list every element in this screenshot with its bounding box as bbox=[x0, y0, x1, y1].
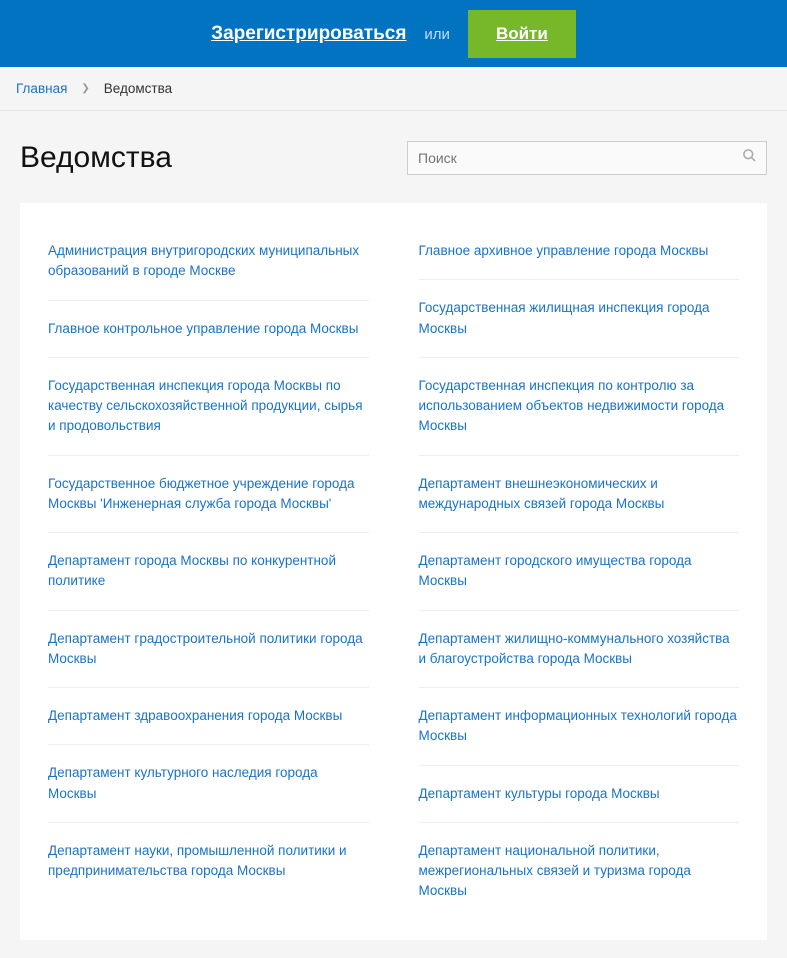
list-item: Департамент градостроительной политики г… bbox=[48, 611, 369, 689]
department-link[interactable]: Департамент культурного наследия города … bbox=[48, 765, 318, 800]
breadcrumb-home[interactable]: Главная bbox=[16, 81, 67, 96]
or-text: или bbox=[424, 26, 450, 43]
list-item: Департамент информационных технологий го… bbox=[419, 688, 740, 766]
header: Зарегистрироваться или Войти bbox=[0, 0, 787, 67]
department-link[interactable]: Департамент национальной политики, межре… bbox=[419, 843, 691, 899]
list-item: Департамент культурного наследия города … bbox=[48, 745, 369, 823]
department-link[interactable]: Департамент науки, промышленной политики… bbox=[48, 843, 347, 878]
department-link[interactable]: Государственное бюджетное учреждение гор… bbox=[48, 476, 355, 511]
departments-columns: Администрация внутригородских муниципаль… bbox=[48, 223, 739, 920]
list-item: Государственная жилищная инспекция город… bbox=[419, 280, 740, 358]
register-link[interactable]: Зарегистрироваться bbox=[211, 23, 406, 45]
breadcrumb: Главная ❯ Ведомства bbox=[0, 67, 787, 111]
department-link[interactable]: Администрация внутригородских муниципаль… bbox=[48, 243, 359, 278]
list-item: Государственное бюджетное учреждение гор… bbox=[48, 456, 369, 534]
search-box bbox=[407, 141, 767, 175]
department-link[interactable]: Государственная инспекция города Москвы … bbox=[48, 378, 363, 434]
list-item: Государственная инспекция города Москвы … bbox=[48, 358, 369, 456]
department-link[interactable]: Департамент информационных технологий го… bbox=[419, 708, 737, 743]
list-item: Департамент внешнеэкономических и междун… bbox=[419, 456, 740, 534]
title-row: Ведомства bbox=[0, 111, 787, 185]
department-link[interactable]: Департамент внешнеэкономических и междун… bbox=[419, 476, 665, 511]
departments-left-column: Администрация внутригородских муниципаль… bbox=[48, 223, 369, 920]
departments-right-column: Главное архивное управление города Москв… bbox=[419, 223, 740, 920]
list-item: Департамент культуры города Москвы bbox=[419, 766, 740, 823]
department-link[interactable]: Департамент здравоохранения города Москв… bbox=[48, 708, 342, 723]
list-item: Департамент науки, промышленной политики… bbox=[48, 823, 369, 900]
header-inner: Зарегистрироваться или Войти bbox=[211, 10, 576, 58]
list-item: Департамент жилищно-коммунального хозяйс… bbox=[419, 611, 740, 689]
list-item: Департамент города Москвы по конкурентно… bbox=[48, 533, 369, 611]
department-link[interactable]: Государственная жилищная инспекция город… bbox=[419, 300, 710, 335]
departments-card: Администрация внутригородских муниципаль… bbox=[20, 203, 767, 940]
breadcrumb-current: Ведомства bbox=[104, 81, 172, 96]
list-item: Главное контрольное управление города Мо… bbox=[48, 301, 369, 358]
department-link[interactable]: Главное контрольное управление города Мо… bbox=[48, 321, 358, 336]
list-item: Департамент городского имущества города … bbox=[419, 533, 740, 611]
department-link[interactable]: Департамент жилищно-коммунального хозяйс… bbox=[419, 631, 730, 666]
page-title: Ведомства bbox=[20, 141, 172, 175]
list-item: Государственная инспекция по контролю за… bbox=[419, 358, 740, 456]
list-item: Департамент национальной политики, межре… bbox=[419, 823, 740, 920]
department-link[interactable]: Департамент культуры города Москвы bbox=[419, 786, 660, 801]
login-button[interactable]: Войти bbox=[468, 10, 576, 58]
department-link[interactable]: Государственная инспекция по контролю за… bbox=[419, 378, 725, 434]
department-link[interactable]: Департамент городского имущества города … bbox=[419, 553, 692, 588]
department-link[interactable]: Департамент градостроительной политики г… bbox=[48, 631, 363, 666]
list-item: Департамент здравоохранения города Москв… bbox=[48, 688, 369, 745]
search-input[interactable] bbox=[407, 141, 767, 175]
department-link[interactable]: Главное архивное управление города Москв… bbox=[419, 243, 709, 258]
department-link[interactable]: Департамент города Москвы по конкурентно… bbox=[48, 553, 336, 588]
list-item: Администрация внутригородских муниципаль… bbox=[48, 223, 369, 301]
chevron-right-icon: ❯ bbox=[81, 83, 89, 94]
list-item: Главное архивное управление города Москв… bbox=[419, 223, 740, 280]
